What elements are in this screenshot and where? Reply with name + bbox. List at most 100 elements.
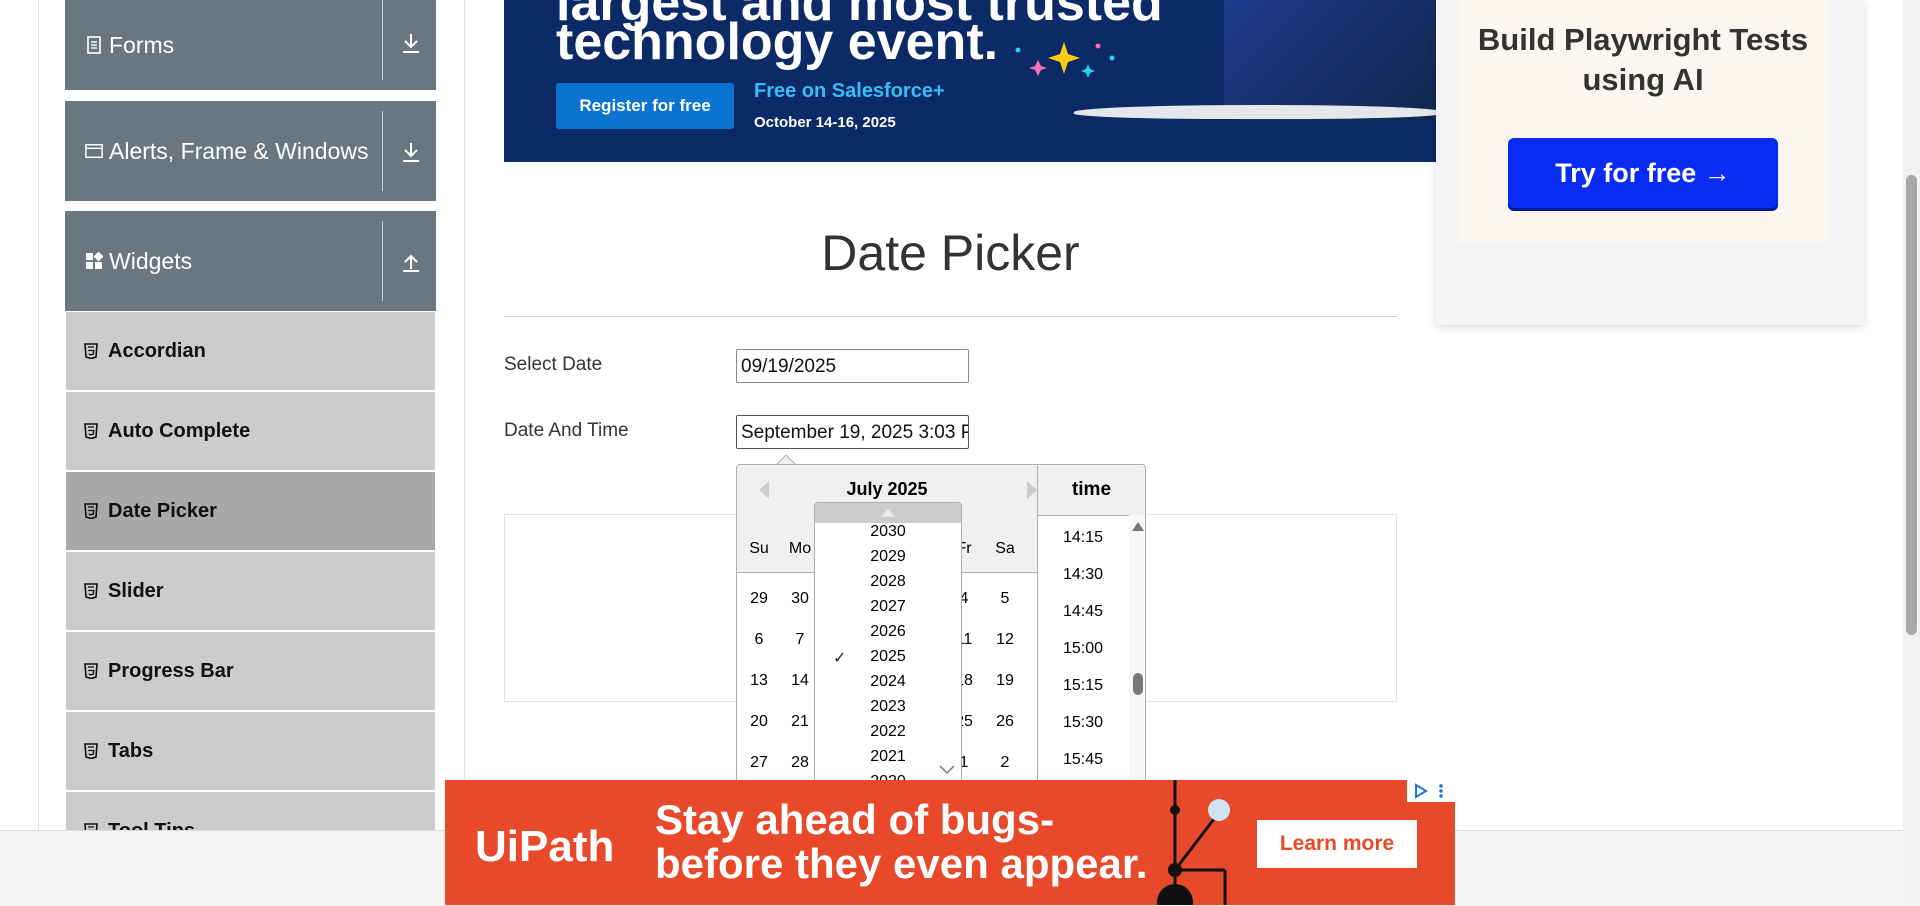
ad-headline: Stay ahead of bugs- before they even app… (655, 798, 1148, 886)
group-separator (382, 221, 383, 301)
calendar-day[interactable]: 26 (985, 713, 1025, 731)
learn-more-button[interactable]: Learn more (1257, 820, 1417, 868)
select-date-input[interactable]: 09/19/2025 (736, 349, 969, 383)
ad-choices-icon[interactable] (1413, 783, 1429, 799)
sidebar-item-tabs[interactable]: Tabs (66, 712, 435, 792)
calendar-day[interactable]: 29 (739, 590, 779, 608)
group-label: Widgets (109, 247, 193, 274)
sidebar-item-label: Tabs (108, 739, 154, 762)
ad-headline-line-2: before they even appear. (655, 840, 1148, 887)
sidebar-item-slider[interactable]: Slider (66, 552, 435, 632)
ad-panel: Build Playwright Tests using AI Try for … (1458, 0, 1828, 243)
sidebar-item-label: Progress Bar (108, 659, 234, 682)
time-option[interactable]: 15:45 (1038, 751, 1128, 769)
widgets-icon (85, 252, 103, 270)
year-option[interactable]: 2027 (815, 598, 961, 616)
html5-icon (84, 663, 98, 680)
upload-icon[interactable] (394, 245, 428, 279)
time-option[interactable]: 14:45 (1038, 603, 1128, 621)
calendar-day[interactable]: 12 (985, 631, 1025, 649)
year-option[interactable]: 2028 (815, 573, 961, 591)
date-and-time-label: Date And Time (504, 420, 629, 441)
document-icon (85, 36, 103, 54)
time-list[interactable]: time 14:15 14:30 14:45 15:00 15:15 15:30… (1038, 464, 1146, 784)
next-month-icon[interactable] (1027, 481, 1037, 499)
content-divider (464, 0, 465, 830)
year-option[interactable]: 2023 (815, 698, 961, 716)
laptop-graphic (1072, 105, 1436, 119)
uipath-ad[interactable]: UiPath Stay ahead of bugs- before they e… (445, 780, 1455, 905)
banner-date: October 14-16, 2025 (754, 114, 896, 131)
calendar-day[interactable]: 6 (739, 631, 779, 649)
ad-headline-line-1: Stay ahead of bugs- (655, 796, 1055, 843)
sidebar-item-label: Date Picker (108, 499, 217, 522)
year-option[interactable]: 2021 (815, 748, 961, 766)
more-options-icon[interactable] (1437, 783, 1445, 799)
year-scroll-up[interactable] (815, 503, 961, 523)
window-icon (85, 142, 103, 160)
sidebar-rail (38, 0, 39, 830)
time-option[interactable]: 14:30 (1038, 566, 1128, 584)
calendar-day[interactable]: 5 (985, 590, 1025, 608)
sparkle-icon (1015, 42, 1115, 78)
page-title: Date Picker (821, 225, 1080, 281)
time-header: time (1038, 465, 1145, 516)
download-icon[interactable] (394, 135, 428, 169)
group-widgets[interactable]: Widgets (65, 211, 436, 311)
time-option[interactable]: 15:00 (1038, 640, 1128, 658)
date-and-time-input[interactable]: September 19, 2025 3:03 PM (736, 415, 969, 449)
time-option[interactable]: 15:15 (1038, 677, 1128, 695)
page-scroll-thumb[interactable] (1906, 175, 1917, 635)
calendar-day[interactable]: 13 (739, 672, 779, 690)
sidebar-item-date-picker[interactable]: Date Picker (66, 472, 435, 552)
time-scrollbar[interactable] (1129, 515, 1145, 783)
day-name: Sa (995, 540, 1015, 557)
sidebar-item-label: Auto Complete (108, 419, 251, 442)
group-alerts-frame-windows[interactable]: Alerts, Frame & Windows (65, 101, 436, 201)
year-option[interactable]: 2029 (815, 548, 961, 566)
calendar-day[interactable]: 19 (985, 672, 1025, 690)
calendar-day[interactable]: 20 (739, 713, 779, 731)
sidebar-item-label: Slider (108, 579, 164, 602)
try-for-free-button[interactable]: Try for free → (1508, 138, 1778, 208)
time-option[interactable]: 14:15 (1038, 529, 1128, 547)
select-date-label: Select Date (504, 354, 603, 375)
year-option[interactable]: 2022 (815, 723, 961, 741)
download-icon[interactable] (394, 26, 428, 60)
chevron-up-icon[interactable] (881, 507, 895, 517)
group-label: Forms (109, 31, 175, 58)
html5-icon (84, 583, 98, 600)
year-option[interactable]: 2024 (815, 673, 961, 691)
calendar-day[interactable]: 2 (985, 754, 1025, 772)
scroll-up-icon[interactable] (1132, 521, 1144, 531)
sidebar-item-accordian[interactable]: Accordian (66, 312, 435, 392)
playwright-ad[interactable]: Build Playwright Tests using AI Try for … (1436, 0, 1864, 325)
network-graphic (1157, 780, 1230, 905)
sidebar-item-auto-complete[interactable]: Auto Complete (66, 392, 435, 472)
group-forms[interactable]: Forms (65, 0, 436, 90)
group-label: Alerts, Frame & Windows (109, 137, 369, 164)
salesforce-banner-ad[interactable]: largest and most trusted technology even… (504, 0, 1436, 162)
ad-title: Build Playwright Tests using AI (1477, 22, 1809, 97)
sidebar-item-progress-bar[interactable]: Progress Bar (66, 632, 435, 712)
html5-icon (84, 503, 98, 520)
banner-free-text: Free on Salesforce+ (754, 80, 945, 102)
year-option[interactable]: 2026 (815, 623, 961, 641)
html5-icon (84, 743, 98, 760)
current-month[interactable]: July 2025 (737, 479, 1037, 500)
group-separator (382, 111, 383, 191)
calendar-day[interactable]: 27 (739, 754, 779, 772)
html5-icon (84, 343, 98, 360)
time-option[interactable]: 15:30 (1038, 714, 1128, 732)
banner-headline-2: technology event. (556, 13, 999, 71)
year-option[interactable]: 2030 (815, 523, 961, 541)
ad-choices[interactable] (1407, 780, 1455, 802)
chevron-down-icon[interactable] (939, 765, 955, 775)
group-separator (382, 0, 383, 80)
year-dropdown[interactable]: 2030 2029 2028 2027 2026 2025 ✓ 2024 2023 2022 202… (814, 502, 962, 792)
register-button[interactable]: Register for free (556, 83, 734, 129)
uipath-logo: UiPath (475, 822, 615, 871)
selected-check-icon: ✓ (833, 650, 847, 667)
time-scroll-thumb[interactable] (1133, 673, 1143, 695)
day-name: Su (749, 540, 769, 557)
